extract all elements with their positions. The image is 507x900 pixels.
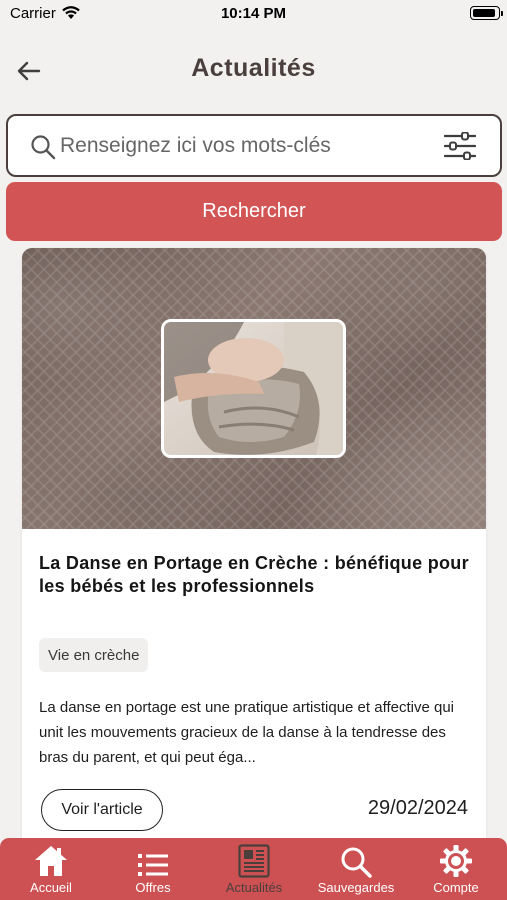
article-category-tag: Vie en crèche xyxy=(39,638,149,672)
status-bar: Carrier 10:14 PM xyxy=(0,0,507,28)
search-icon xyxy=(31,135,56,160)
article-thumbnail xyxy=(161,319,346,458)
tab-accueil[interactable]: Accueil xyxy=(12,838,90,900)
tab-offres[interactable]: Offres xyxy=(114,838,192,900)
filter-sliders-icon[interactable] xyxy=(444,132,476,160)
tab-label: Sauvegardes xyxy=(317,880,395,895)
tab-label: Offres xyxy=(135,880,171,895)
search-box xyxy=(6,114,502,177)
tab-label: Actualités xyxy=(225,880,283,895)
newspaper-icon xyxy=(238,844,270,878)
search-button[interactable]: Rechercher xyxy=(6,182,502,241)
baby-photo xyxy=(164,322,343,455)
tab-label: Compte xyxy=(433,880,479,895)
list-icon xyxy=(138,854,168,876)
article-date: 29/02/2024 xyxy=(367,797,468,819)
read-article-button[interactable]: Voir l'article xyxy=(41,789,163,831)
article-excerpt: La danse en portage est une pratique art… xyxy=(39,699,455,766)
article-hero-image xyxy=(22,248,486,529)
article-card[interactable]: La Danse en Portage en Crèche : bénéfiqu… xyxy=(22,248,486,848)
tab-sauvegardes[interactable]: Sauvegardes xyxy=(310,838,402,900)
article-title[interactable]: La Danse en Portage en Crèche : bénéfiqu… xyxy=(39,552,469,598)
gear-icon xyxy=(440,845,472,877)
home-icon xyxy=(35,846,67,876)
page-title: Actualités xyxy=(191,54,316,82)
clock: 10:14 PM xyxy=(220,5,287,22)
battery-icon xyxy=(470,6,503,20)
tab-compte[interactable]: Compte xyxy=(420,838,492,900)
header: Actualités xyxy=(0,46,507,94)
tab-label: Accueil xyxy=(30,880,72,895)
search-icon xyxy=(341,847,372,878)
tab-actualites[interactable]: Actualités xyxy=(214,838,294,900)
bottom-tab-bar: Accueil Offres Actualités Sauvegardes Co… xyxy=(0,838,507,900)
search-input[interactable] xyxy=(60,128,430,164)
